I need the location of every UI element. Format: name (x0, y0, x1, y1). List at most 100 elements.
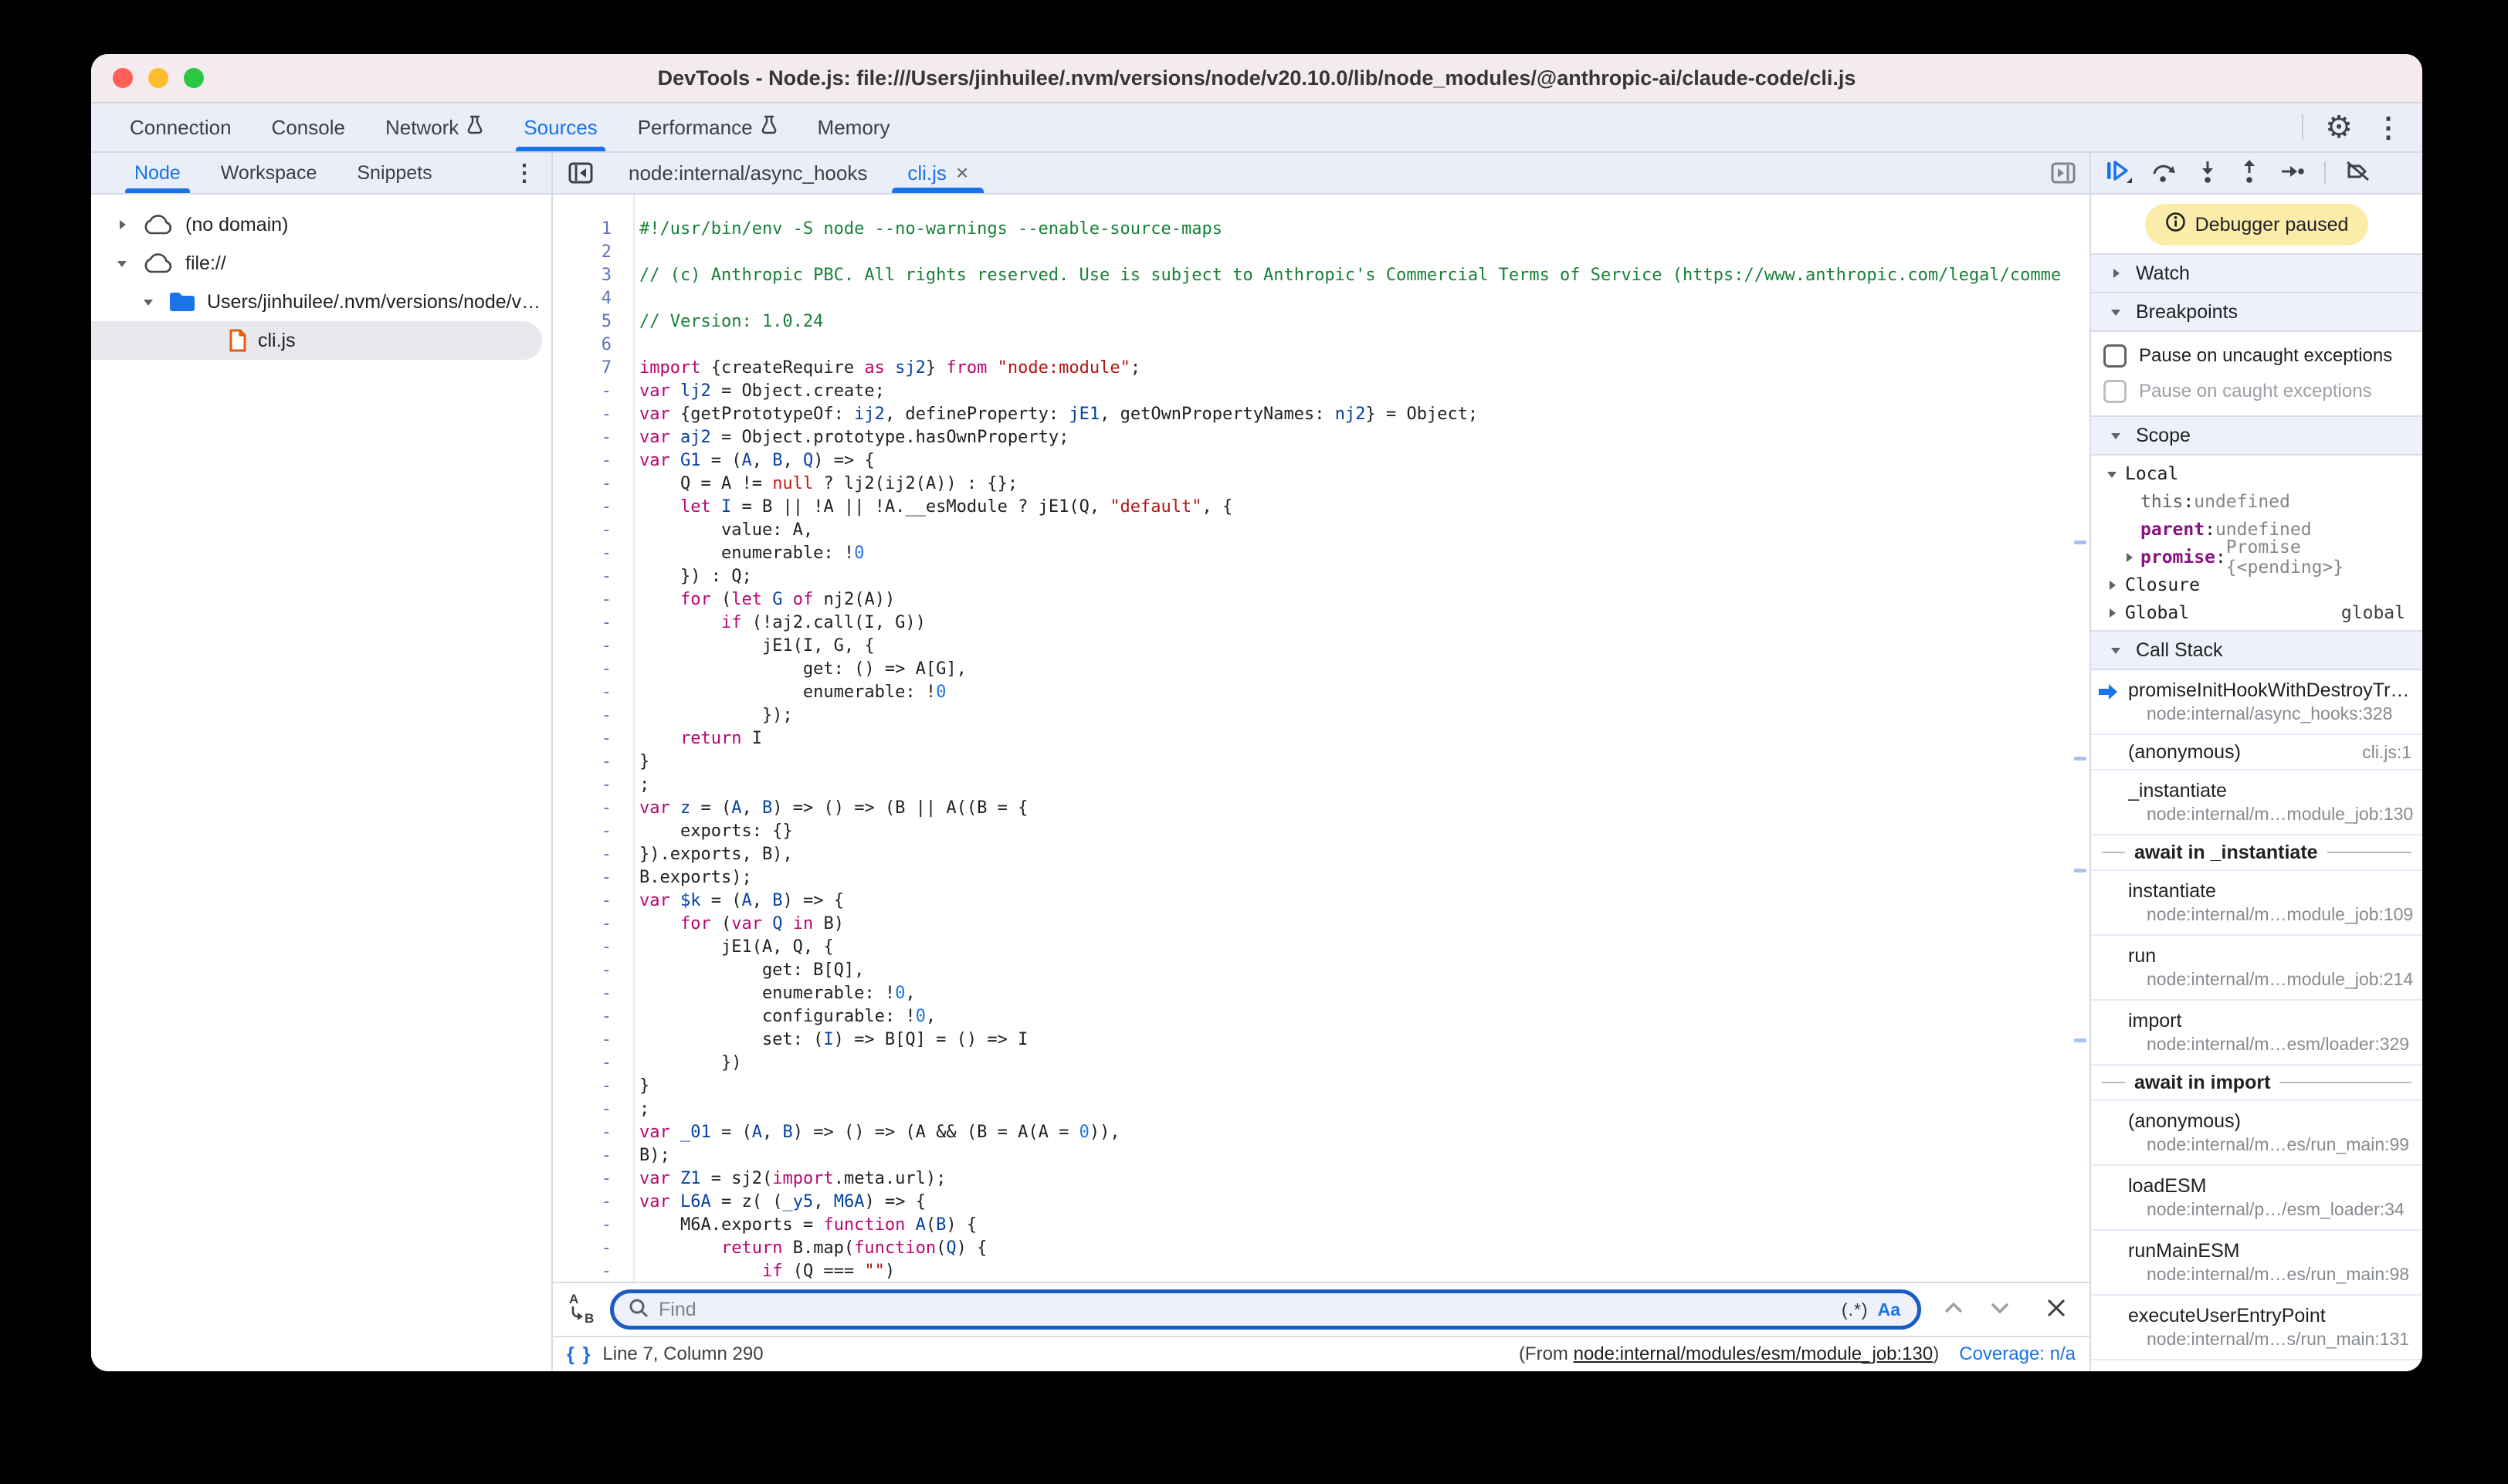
show-debugger-sidebar-icon[interactable] (2049, 153, 2089, 193)
navigator-more-icon[interactable]: ⋮ (513, 153, 551, 193)
gutter-label[interactable]: - (553, 913, 627, 936)
gutter-label[interactable]: - (553, 380, 627, 403)
frame-location[interactable]: node:internal/m…es/run_main:99 (2128, 1133, 2422, 1155)
settings-gear-icon[interactable]: ⚙ (2325, 112, 2353, 143)
tree-item-users-jinhuilee-nvm-versions-node-v2-[interactable]: Users/jinhuilee/.nvm/versions/node/v2… (91, 283, 551, 321)
main-tab-sources[interactable]: Sources (503, 103, 617, 151)
call-stack-frame[interactable]: runMainESMnode:internal/m…es/run_main:98 (2091, 1229, 2422, 1294)
close-find-icon[interactable] (2045, 1296, 2068, 1323)
coverage-link[interactable]: Coverage: n/a (1959, 1343, 2076, 1365)
editor-tab-cli-js[interactable]: cli.js× (887, 153, 988, 193)
call-stack-frame[interactable]: executeUserEntryPointnode:internal/m…s/r… (2091, 1294, 2422, 1359)
scope-variable-promise[interactable]: promise: Promise {<pending>} (2091, 544, 2422, 571)
gutter-label[interactable]: - (553, 704, 627, 727)
gutter-label[interactable]: - (553, 612, 627, 635)
frame-location[interactable]: node:internal/async_hooks:328 (2128, 703, 2422, 724)
gutter-label[interactable]: - (553, 936, 627, 959)
gutter-label[interactable]: - (553, 588, 627, 612)
gutter-label[interactable]: - (553, 820, 627, 843)
frame-location[interactable]: node:internal/m…module_job:214 (2128, 968, 2422, 990)
frame-location[interactable]: node:internal/m…es/run_main:98 (2128, 1263, 2422, 1285)
gutter-label[interactable]: - (553, 889, 627, 913)
gutter-label[interactable]: - (553, 750, 627, 774)
call-stack-frame[interactable]: (anonymous)node:internal/m…es/run_main:9… (2091, 1099, 2422, 1164)
gutter-label[interactable]: - (553, 774, 627, 797)
more-options-icon[interactable]: ⋮ (2374, 114, 2402, 141)
gutter-label[interactable]: - (553, 565, 627, 588)
source-origin-link[interactable]: node:internal/modules/esm/module_job:130 (1574, 1343, 1934, 1364)
chevron-down-icon[interactable] (113, 256, 131, 271)
gutter-label[interactable]: - (553, 449, 627, 473)
frame-location[interactable]: node:internal/m…s/run_main:131 (2128, 1328, 2422, 1350)
gutter-label[interactable]: - (553, 1121, 627, 1144)
zoom-window-button[interactable] (184, 68, 204, 88)
gutter-label[interactable]: 3 (553, 264, 627, 287)
section-call-stack[interactable]: Call Stack (2091, 630, 2422, 670)
call-stack-frame[interactable]: runnode:internal/m…module_job:214 (2091, 934, 2422, 999)
scope-group-global[interactable]: Globalglobal (2091, 599, 2422, 627)
navigator-tab-workspace[interactable]: Workspace (201, 153, 337, 193)
scope-variable-this[interactable]: this: undefined (2091, 488, 2422, 516)
tree-item-cli-js[interactable]: cli.js (91, 321, 542, 360)
close-window-button[interactable] (113, 68, 133, 88)
find-next-icon[interactable] (1988, 1299, 2012, 1321)
tree-item-file-[interactable]: file:// (91, 244, 551, 283)
gutter-label[interactable]: - (553, 1052, 627, 1075)
gutter-label[interactable]: - (553, 1237, 627, 1260)
call-stack-frame[interactable]: (anonymous)node:internal/m…main_module:2 (2091, 1359, 2422, 1371)
call-stack-frame[interactable]: _instantiatenode:internal/m…module_job:1… (2091, 769, 2422, 834)
deactivate-breakpoints-icon[interactable] (2344, 159, 2372, 188)
gutter-label[interactable]: - (553, 1075, 627, 1098)
gutter-label[interactable]: - (553, 473, 627, 496)
gutter-label[interactable]: - (553, 843, 627, 866)
gutter-label[interactable]: - (553, 1005, 627, 1028)
main-tab-performance[interactable]: Performance (618, 103, 798, 151)
gutter-label[interactable]: 4 (553, 287, 627, 310)
call-stack-frame[interactable]: loadESMnode:internal/p…/esm_loader:34 (2091, 1164, 2422, 1229)
find-input[interactable] (659, 1299, 1832, 1321)
step-icon[interactable] (2279, 160, 2306, 187)
resume-icon[interactable] (2105, 158, 2133, 188)
frame-location[interactable]: node:internal/p…/esm_loader:34 (2128, 1198, 2422, 1220)
gutter-label[interactable]: 5 (553, 310, 627, 334)
find-previous-icon[interactable] (1941, 1299, 1966, 1321)
gutter-label[interactable]: - (553, 681, 627, 704)
main-tab-connection[interactable]: Connection (110, 103, 252, 151)
hide-navigator-icon[interactable] (553, 153, 608, 193)
gutter-label[interactable]: - (553, 635, 627, 658)
frame-location[interactable]: node:internal/m…esm/loader:329 (2128, 1033, 2422, 1055)
gutter-label[interactable]: - (553, 1028, 627, 1052)
frame-location[interactable]: node:internal/m…module_job:130 (2128, 803, 2422, 825)
tree-item--no-domain-[interactable]: (no domain) (91, 205, 551, 244)
minimize-window-button[interactable] (148, 68, 168, 88)
gutter-label[interactable]: - (553, 1214, 627, 1237)
gutter-label[interactable]: - (553, 959, 627, 982)
section-breakpoints[interactable]: Breakpoints (2091, 292, 2422, 332)
section-scope[interactable]: Scope (2091, 415, 2422, 456)
code-editor[interactable]: 1#!/usr/bin/env -S node --no-warnings --… (553, 195, 2089, 1282)
call-stack-frame[interactable]: (anonymous)cli.js:1 (2091, 734, 2422, 769)
gutter-label[interactable]: - (553, 542, 627, 565)
section-watch[interactable]: Watch (2091, 253, 2422, 293)
regex-toggle-icon[interactable]: (.*) (1842, 1299, 1869, 1320)
gutter-label[interactable]: - (553, 1167, 627, 1191)
gutter-label[interactable]: - (553, 519, 627, 542)
gutter-label[interactable]: 1 (553, 218, 627, 241)
gutter-label[interactable]: - (553, 1144, 627, 1167)
step-out-icon[interactable] (2238, 159, 2261, 188)
editor-tab-node-internal-async-hooks[interactable]: node:internal/async_hooks (608, 153, 887, 193)
pretty-print-icon[interactable]: { } (567, 1343, 591, 1366)
close-tab-icon[interactable]: × (956, 161, 968, 185)
chevron-down-icon[interactable] (139, 294, 158, 310)
gutter-label[interactable]: - (553, 1260, 627, 1282)
main-tab-console[interactable]: Console (252, 103, 365, 151)
gutter-label[interactable]: - (553, 797, 627, 820)
replace-toggle-icon[interactable]: AB (567, 1291, 598, 1329)
gutter-label[interactable]: - (553, 403, 627, 426)
gutter-label[interactable]: - (553, 1098, 627, 1121)
gutter-label[interactable]: - (553, 496, 627, 519)
gutter-label[interactable]: 6 (553, 334, 627, 357)
step-into-icon[interactable] (2196, 159, 2219, 188)
checkbox[interactable] (2103, 344, 2127, 368)
main-tab-network[interactable]: Network (365, 103, 503, 151)
